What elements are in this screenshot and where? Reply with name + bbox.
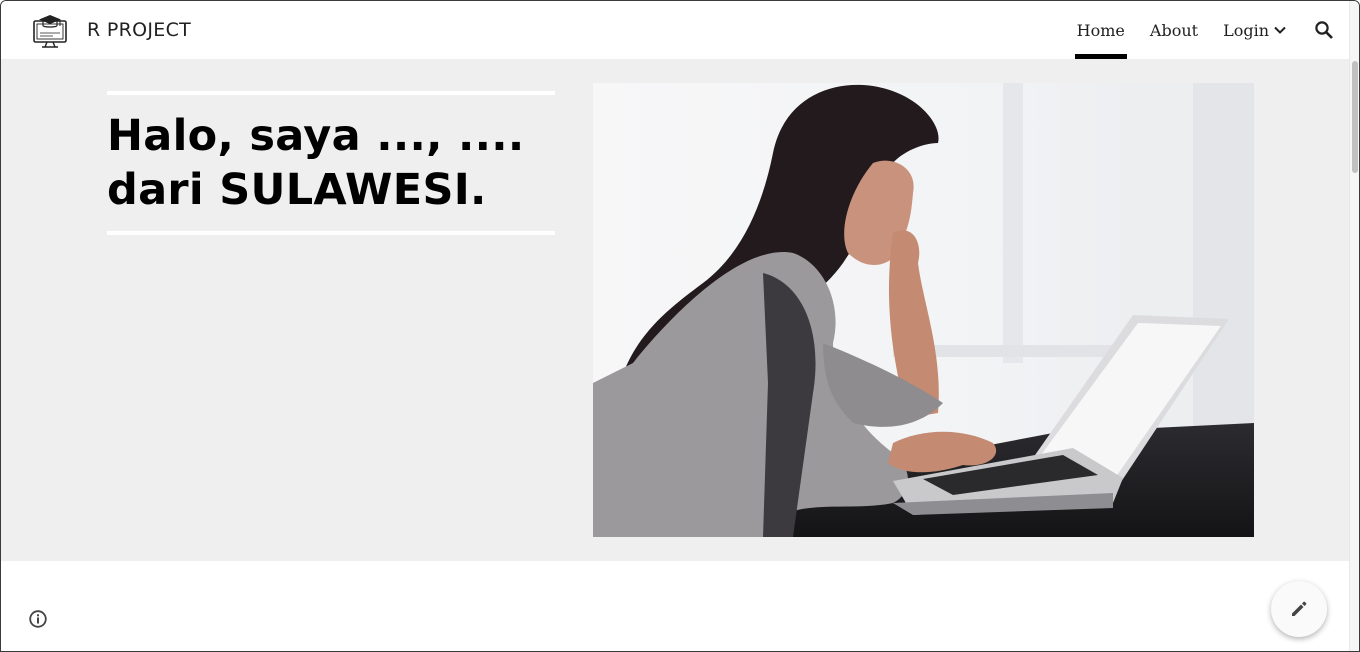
headline-top-divider: [107, 91, 555, 95]
scrollbar-thumb[interactable]: [1352, 61, 1358, 173]
nav-home-label: Home: [1076, 20, 1125, 40]
page-scrollbar[interactable]: [1349, 1, 1359, 651]
site-title[interactable]: R PROJECT: [87, 19, 191, 41]
site-header: R PROJECT Home About Login: [1, 1, 1351, 59]
hero-headline: Halo, saya ..., .... dari SULAWESI.: [107, 109, 567, 217]
computer-graduation-logo-icon[interactable]: [31, 12, 69, 50]
hero-section: Halo, saya ..., .... dari SULAWESI.: [1, 59, 1351, 561]
info-icon[interactable]: [28, 609, 48, 629]
browser-page: R PROJECT Home About Login Halo, saya ..…: [0, 0, 1360, 652]
search-button[interactable]: [1313, 19, 1335, 41]
top-navigation: Home About Login: [1054, 1, 1335, 59]
nav-about[interactable]: About: [1148, 1, 1200, 59]
pencil-icon: [1292, 601, 1307, 616]
nav-login-label: Login: [1223, 20, 1269, 40]
hero-headline-line-2: dari SULAWESI.: [107, 165, 487, 215]
nav-home[interactable]: Home: [1074, 1, 1128, 59]
headline-bottom-divider: [107, 231, 555, 235]
nav-about-label: About: [1149, 20, 1199, 40]
hero-photo: [593, 83, 1254, 537]
edit-button[interactable]: [1271, 581, 1327, 637]
search-icon: [1315, 21, 1333, 39]
hero-headline-line-1: Halo, saya ..., ....: [107, 111, 525, 161]
chevron-down-icon[interactable]: [1273, 23, 1287, 37]
nav-login[interactable]: Login: [1221, 1, 1289, 59]
